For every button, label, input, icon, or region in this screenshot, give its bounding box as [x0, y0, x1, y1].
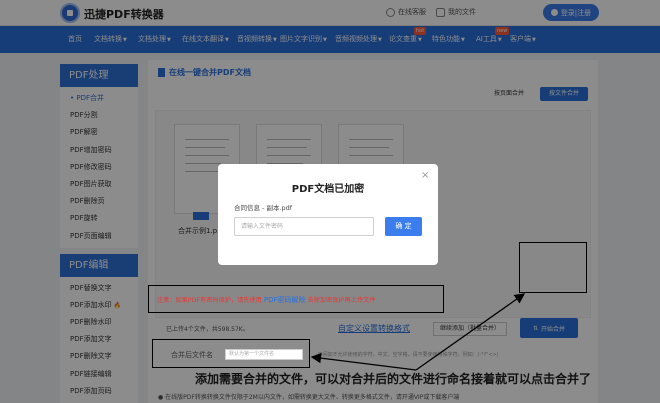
annotation-caption: 添加需要合并的文件，可以对合并后的文件进行命名接着就可以点击合并了 — [195, 372, 592, 386]
arrow-to-filename — [310, 352, 417, 371]
arrow-to-start — [415, 293, 526, 371]
annotation-arrows — [310, 293, 526, 371]
